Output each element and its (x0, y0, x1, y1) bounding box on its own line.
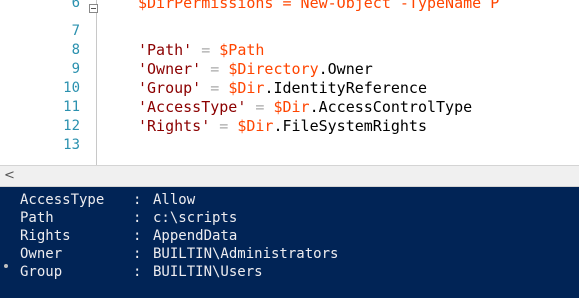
property-separator: : (133, 228, 142, 244)
code-token: .AccessControlType (309, 98, 473, 116)
code-token: $Path (219, 41, 265, 59)
code-token: $Directory (228, 60, 319, 78)
line-number: 11 (63, 99, 80, 115)
code-token: .FileSystemRights (273, 117, 427, 135)
code-line[interactable]: 9 'Owner' = $Directory.Owner (0, 60, 579, 79)
code-text: 'AccessType' = $Dir.AccessControlType (138, 98, 472, 117)
code-token: = (192, 41, 220, 59)
property-name: Owner (20, 246, 63, 262)
console-output-pane[interactable]: AccessType: Allow Path: c:\scripts Rights: Ap… (0, 187, 579, 298)
code-text: 'Group' = $Dir.IdentityReference (138, 79, 427, 98)
code-token: = (246, 98, 274, 116)
code-token: $Dir (228, 79, 265, 97)
property-name: Path (20, 210, 54, 226)
property-name: Rights (20, 228, 71, 244)
code-token: 'Group' (138, 79, 202, 97)
property-value: c:\scripts (153, 210, 238, 226)
code-token: 'Path' (138, 41, 193, 59)
code-token: = (201, 60, 229, 78)
code-token: 'Rights' (138, 117, 211, 135)
code-token: .Owner (318, 60, 373, 78)
code-text: $DirPermissions = New-Object -TypeName P (138, 0, 499, 13)
code-token: $Dir (237, 117, 274, 135)
code-line[interactable]: 13 (0, 136, 579, 155)
code-line[interactable]: 6 $DirPermissions = New-Object -TypeName … (0, 0, 579, 13)
code-token: = (210, 117, 238, 135)
property-value: BUILTIN\Administrators (153, 246, 339, 262)
code-text: 'Owner' = $Directory.Owner (138, 60, 373, 79)
console-output-row: Group: BUILTIN\Users (20, 263, 263, 281)
code-token: .IdentityReference (264, 79, 427, 97)
code-text: 'Path' = $Path (138, 41, 264, 60)
code-text: 'Rights' = $Dir.FileSystemRights (138, 117, 427, 136)
code-line[interactable]: 8 'Path' = $Path (0, 41, 579, 60)
line-number: 9 (71, 61, 80, 77)
edge-marker (4, 264, 8, 268)
line-number: 10 (63, 80, 80, 96)
property-name: AccessType (20, 192, 105, 208)
code-line[interactable]: 12 'Rights' = $Dir.FileSystemRights (0, 117, 579, 136)
code-line[interactable]: 10 'Group' = $Dir.IdentityReference (0, 79, 579, 98)
line-number: 13 (63, 137, 80, 153)
code-token: $Dir (273, 98, 310, 116)
scroll-left-arrow-icon[interactable]: < (4, 168, 15, 183)
console-output-row: Owner: BUILTIN\Administrators (20, 245, 338, 263)
property-separator: : (133, 210, 142, 226)
code-token: 'AccessType' (138, 98, 247, 116)
code-token: $DirPermissions = New-Object -TypeName P (138, 0, 500, 12)
console-output-row: Rights: AppendData (20, 227, 237, 245)
property-separator: : (133, 264, 142, 280)
line-number: 7 (71, 23, 80, 39)
property-value: AppendData (153, 228, 238, 244)
horizontal-scrollbar[interactable]: < (0, 165, 579, 187)
line-number: 8 (71, 42, 80, 58)
property-separator: : (133, 246, 142, 262)
line-number: 12 (63, 118, 80, 134)
console-output-row: AccessType: Allow (20, 191, 195, 209)
property-name: Group (20, 264, 63, 280)
line-number: 6 (71, 0, 80, 11)
script-editor-pane[interactable]: 6 $DirPermissions = New-Object -TypeName … (0, 0, 579, 165)
code-line[interactable]: 7 (0, 22, 579, 41)
code-token: = (201, 79, 229, 97)
code-line[interactable]: 11 'AccessType' = $Dir.AccessControlType (0, 98, 579, 117)
code-token: 'Owner' (138, 60, 202, 78)
console-output-row: Path: c:\scripts (20, 209, 237, 227)
property-value: BUILTIN\Users (153, 264, 263, 280)
property-value: Allow (153, 192, 196, 208)
property-separator: : (133, 192, 142, 208)
